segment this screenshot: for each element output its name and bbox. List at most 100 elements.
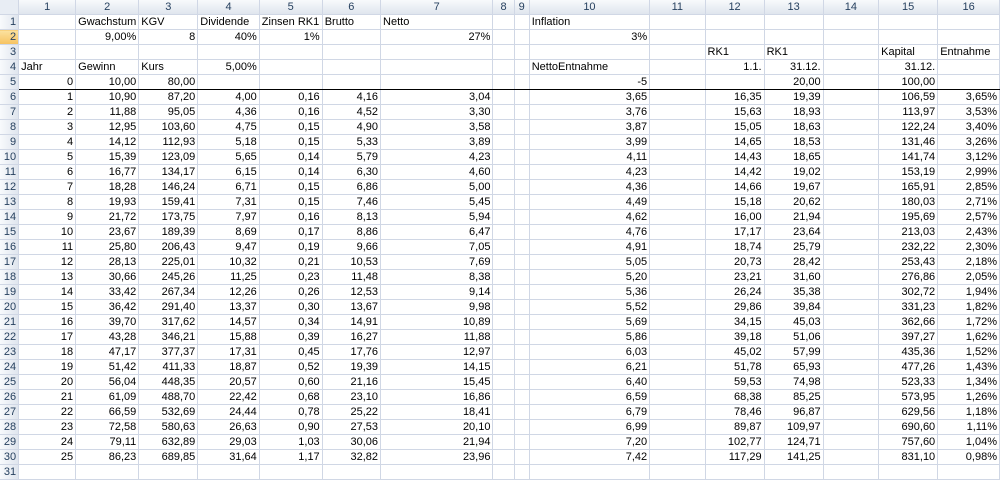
cell-r16-c1[interactable]: 11: [18, 239, 77, 255]
cell-r18-c3[interactable]: 245,26: [138, 269, 199, 285]
column-header-15[interactable]: 15: [878, 0, 939, 15]
column-header-11[interactable]: 11: [649, 0, 706, 15]
cell-r15-c7[interactable]: 6,47: [380, 224, 494, 240]
row-header-12[interactable]: 12: [0, 179, 20, 195]
cell-r20-c12[interactable]: 29,86: [705, 299, 765, 315]
cell-r30-c14[interactable]: [823, 449, 880, 465]
cell-r14-c9[interactable]: [514, 209, 530, 225]
cell-r24-c8[interactable]: [492, 359, 515, 375]
cell-r26-c1[interactable]: 21: [18, 389, 77, 405]
cell-r26-c5[interactable]: 0,68: [259, 389, 323, 405]
cell-r7-c15[interactable]: 113,97: [878, 104, 939, 120]
cell-r16-c4[interactable]: 9,47: [197, 239, 260, 255]
cell-r1-c12[interactable]: [705, 14, 765, 30]
cell-r19-c11[interactable]: [649, 284, 706, 300]
row-header-4[interactable]: 4: [0, 59, 20, 75]
cell-r17-c2[interactable]: 28,13: [75, 254, 140, 270]
cell-r29-c14[interactable]: [823, 434, 880, 450]
cell-r30-c8[interactable]: [492, 449, 515, 465]
cell-r19-c2[interactable]: 33,42: [75, 284, 140, 300]
cell-r5-c2[interactable]: 10,00: [75, 74, 140, 90]
cell-r21-c12[interactable]: 34,15: [705, 314, 765, 330]
row-header-19[interactable]: 19: [0, 284, 20, 300]
cell-r14-c10[interactable]: 4,62: [529, 209, 651, 225]
cell-r13-c8[interactable]: [492, 194, 515, 210]
cell-r20-c14[interactable]: [823, 299, 880, 315]
cell-r4-c16[interactable]: [937, 59, 1000, 75]
cell-r5-c16[interactable]: [937, 74, 1000, 90]
row-header-25[interactable]: 25: [0, 374, 20, 390]
cell-r5-c12[interactable]: [705, 74, 765, 90]
cell-r9-c9[interactable]: [514, 134, 530, 150]
cell-r18-c9[interactable]: [514, 269, 530, 285]
cell-r1-c4[interactable]: Dividende: [197, 14, 260, 30]
cell-r12-c13[interactable]: 19,67: [764, 179, 824, 195]
cell-r9-c10[interactable]: 3,99: [529, 134, 651, 150]
cell-r8-c8[interactable]: [492, 119, 515, 135]
cell-r12-c5[interactable]: 0,15: [259, 179, 323, 195]
cell-r22-c15[interactable]: 397,27: [878, 329, 939, 345]
cell-r2-c7[interactable]: 27%: [380, 29, 494, 45]
cell-r12-c1[interactable]: 7: [18, 179, 77, 195]
cell-r31-c1[interactable]: [18, 464, 77, 480]
column-header-8[interactable]: 8: [492, 0, 515, 15]
cell-r12-c9[interactable]: [514, 179, 530, 195]
cell-r18-c1[interactable]: 13: [18, 269, 77, 285]
cell-r15-c13[interactable]: 23,64: [764, 224, 824, 240]
column-header-10[interactable]: 10: [529, 0, 651, 15]
cell-r18-c2[interactable]: 30,66: [75, 269, 140, 285]
cell-r8-c14[interactable]: [823, 119, 880, 135]
cell-r21-c13[interactable]: 45,03: [764, 314, 824, 330]
row-header-21[interactable]: 21: [0, 314, 20, 330]
cell-r6-c15[interactable]: 106,59: [878, 89, 939, 105]
cell-r13-c3[interactable]: 159,41: [138, 194, 199, 210]
cell-r30-c10[interactable]: 7,42: [529, 449, 651, 465]
cell-r23-c12[interactable]: 45,02: [705, 344, 765, 360]
cell-r30-c9[interactable]: [514, 449, 530, 465]
cell-r23-c8[interactable]: [492, 344, 515, 360]
cell-r18-c6[interactable]: 11,48: [322, 269, 382, 285]
cell-r1-c15[interactable]: [878, 14, 939, 30]
cell-r2-c10[interactable]: 3%: [529, 29, 651, 45]
cell-r31-c4[interactable]: [197, 464, 260, 480]
cell-r19-c15[interactable]: 302,72: [878, 284, 939, 300]
cell-r12-c15[interactable]: 165,91: [878, 179, 939, 195]
cell-r17-c12[interactable]: 20,73: [705, 254, 765, 270]
cell-r28-c14[interactable]: [823, 419, 880, 435]
cell-r14-c11[interactable]: [649, 209, 706, 225]
row-header-9[interactable]: 9: [0, 134, 20, 150]
column-header-16[interactable]: 16: [937, 0, 1000, 15]
cell-r14-c13[interactable]: 21,94: [764, 209, 824, 225]
cell-r18-c7[interactable]: 8,38: [380, 269, 494, 285]
cell-r19-c12[interactable]: 26,24: [705, 284, 765, 300]
cell-r8-c13[interactable]: 18,63: [764, 119, 824, 135]
cell-r19-c14[interactable]: [823, 284, 880, 300]
cell-r10-c6[interactable]: 5,79: [322, 149, 382, 165]
cell-r14-c3[interactable]: 173,75: [138, 209, 199, 225]
cell-r8-c3[interactable]: 103,60: [138, 119, 199, 135]
cell-r18-c13[interactable]: 31,60: [764, 269, 824, 285]
cell-r15-c8[interactable]: [492, 224, 515, 240]
cell-r23-c4[interactable]: 17,31: [197, 344, 260, 360]
row-header-2[interactable]: 2: [0, 29, 20, 45]
cell-r28-c1[interactable]: 23: [18, 419, 77, 435]
cell-r1-c14[interactable]: [823, 14, 880, 30]
cell-r13-c15[interactable]: 180,03: [878, 194, 939, 210]
cell-r29-c10[interactable]: 7,20: [529, 434, 651, 450]
row-header-20[interactable]: 20: [0, 299, 20, 315]
cell-r14-c8[interactable]: [492, 209, 515, 225]
cell-r11-c12[interactable]: 14,42: [705, 164, 765, 180]
cell-r17-c4[interactable]: 10,32: [197, 254, 260, 270]
cell-r5-c13[interactable]: 20,00: [764, 74, 824, 90]
row-header-14[interactable]: 14: [0, 209, 20, 225]
cell-r25-c15[interactable]: 523,33: [878, 374, 939, 390]
cell-r1-c3[interactable]: KGV: [138, 14, 199, 30]
cell-r17-c15[interactable]: 253,43: [878, 254, 939, 270]
cell-r29-c5[interactable]: 1,03: [259, 434, 323, 450]
cell-r21-c7[interactable]: 10,89: [380, 314, 494, 330]
cell-r5-c6[interactable]: [322, 74, 382, 90]
cell-r16-c13[interactable]: 25,79: [764, 239, 824, 255]
cell-r17-c3[interactable]: 225,01: [138, 254, 199, 270]
cell-r7-c8[interactable]: [492, 104, 515, 120]
cell-r13-c4[interactable]: 7,31: [197, 194, 260, 210]
